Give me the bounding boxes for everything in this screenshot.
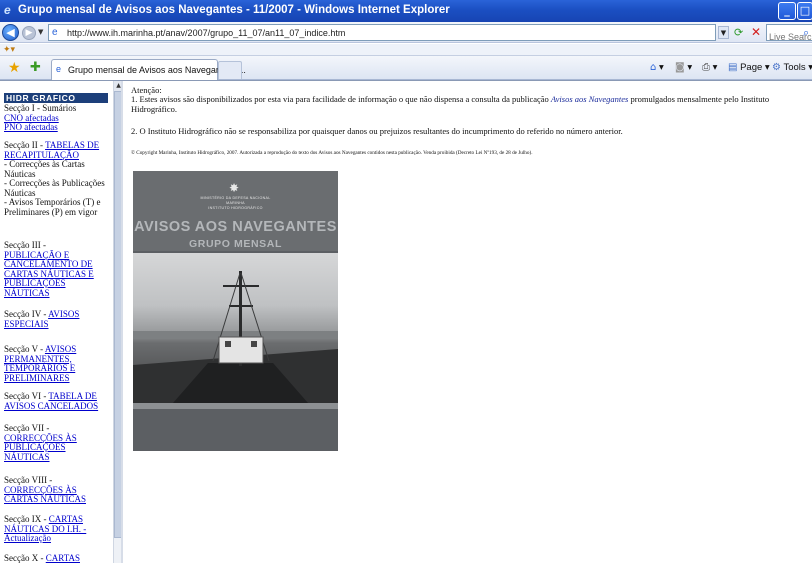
copyright-notice: © Copyright Marinha, Instituto Hidrográf… [131,150,533,156]
add-favorites-icon[interactable]: ✚ [30,60,41,76]
forward-button[interactable]: ▶ [22,26,36,40]
sidebar-logo: HIDR GRAFICO [4,93,108,103]
window-title-bar[interactable]: e Grupo mensal de Avisos aos Navegantes … [0,0,812,22]
cover-marinha: MARINHA [226,201,245,205]
cover-institute: INSTITUTO HIDROGRÁFICO [208,206,263,210]
ie-logo-icon: e [4,3,11,17]
section-extra: - Avisos Temporários (T) e Preliminares … [4,197,101,217]
feeds-button[interactable]: ◙ ▾ [675,62,692,73]
print-button[interactable]: ⎙ ▾ [702,62,717,73]
home-icon: ⌂ [650,62,657,73]
link-correccoes-cartas[interactable]: CORRECÇÕES ÀS CARTAS NÁUTICAS [4,485,112,505]
home-button[interactable]: ⌂ ▾ [650,62,664,73]
sidebar-section-1: Secção I - Sumários CNO afectadas PNO af… [4,103,112,133]
gear-icon: ⚙ [772,62,781,73]
publication-name: Avisos aos Navegantes [550,94,629,104]
cover-title: AVISOS AOS NAVEGANTES [134,219,337,235]
sidebar-section-6: Secção VI - TABELA DE AVISOS CANCELADOS [4,391,112,411]
address-dropdown-button[interactable]: ▼ [718,26,729,39]
ship-mast-illustration [133,271,338,403]
maximize-button[interactable]: □ [797,2,812,20]
links-menu-icon[interactable]: ✦▾ [3,44,15,56]
section-extra: - Correcções às Cartas Náuticas [4,159,85,179]
history-dropdown[interactable]: ▼ [38,28,43,36]
tab-active[interactable]: e Grupo mensal de Avisos aos Navegantes … [51,59,246,80]
section-prefix: Secção II - [4,140,46,150]
section-prefix: Secção X - [4,553,46,563]
link-cartas[interactable]: CARTAS [46,553,80,563]
cover-ship-photo [133,253,338,403]
sidebar-scrollbar[interactable]: ▲ [113,81,121,563]
sidebar-section-8: Secção VIII - CORRECÇÕES ÀS CARTAS NÁUTI… [4,475,112,505]
section-prefix: Secção V - [4,344,45,354]
cover-band [133,403,338,409]
sidebar-section-10: Secção X - CARTAS [4,553,112,563]
favorites-star-icon[interactable]: ★ [8,60,21,76]
tools-menu-button[interactable]: ⚙ Tools ▾ [772,62,812,73]
link-pno-afectadas[interactable]: PNO afectadas [4,122,112,133]
sidebar-frame: HIDR GRAFICO Secção I - Sumários CNO afe… [0,81,123,563]
forward-arrow-icon: ▶ [25,28,33,38]
cover-subtitle: GRUPO MENSAL [189,238,282,250]
link-publicacao-cancelamento[interactable]: PUBLICAÇÃO E CANCELAMENTO DE CARTAS NÁUT… [4,250,112,299]
address-field[interactable]: e http://www.ih.marinha.pt/anav/2007/gru… [48,24,716,41]
publication-cover-image: ✸ MINISTÉRIO DA DEFESA NACIONAL MARINHA … [133,171,338,451]
page-menu-label: Page [740,62,763,73]
page-icon: e [52,27,58,38]
main-frame: Atenção: 1. Estes avisos são disponibili… [125,81,812,563]
section-extra: - Correcções às Publicações Náuticas [4,178,105,198]
sidebar-section-3: Secção III - PUBLICAÇÃO E CANCELAMENTO D… [4,240,112,299]
sidebar-section-2: Secção II - TABELAS DE RECAPITULAÇÃO - C… [4,140,112,217]
page-icon: ▤ [728,62,738,73]
address-url[interactable]: http://www.ih.marinha.pt/anav/2007/grupo… [67,28,345,38]
section-prefix: Secção VI - [4,391,49,401]
sidebar-section-4: Secção IV - AVISOS ESPECIAIS [4,309,112,329]
sidebar-section-9: Secção IX - CARTAS NÁUTICAS DO I.H. - Ac… [4,514,112,544]
page-content: HIDR GRAFICO Secção I - Sumários CNO afe… [0,80,812,563]
section-prefix: Secção IX - [4,514,49,524]
notice-paragraph-2: 2. O Instituto Hidrográfico não se respo… [131,126,623,136]
tab-page-icon: e [56,64,62,74]
search-icon[interactable]: ⌕ [803,26,809,40]
tab-bar: ★ ✚ e Grupo mensal de Avisos aos Navegan… [0,56,812,80]
sidebar-section-5: Secção V - AVISOS PERMANENTES, TEMPORÁRI… [4,344,112,383]
back-arrow-icon: ◀ [6,26,15,39]
minimize-button[interactable]: _ [778,2,796,20]
scrollbar-thumb[interactable] [114,91,121,538]
section-prefix: Secção IV - [4,309,49,319]
new-tab-button[interactable] [218,61,242,79]
tools-menu-label: Tools [783,62,806,73]
para1-text: 1. Estes avisos são disponibilizados por… [131,94,551,104]
window-title: Grupo mensal de Avisos aos Navegantes - … [18,4,450,16]
back-button[interactable]: ◀ [2,24,19,41]
notice-paragraph-1: 1. Estes avisos são disponibilizados por… [131,94,801,114]
page-menu-button[interactable]: ▤ Page ▾ [728,62,770,73]
link-correccoes-publicacoes[interactable]: CORRECÇÕES ÀS PUBLICAÇÕES NÁUTICAS [4,433,112,463]
print-icon: ⎙ [702,62,710,73]
coat-of-arms-icon: ✸ [229,181,240,195]
refresh-icon[interactable]: ⟳ [734,26,743,39]
address-toolbar: ◀ ▶ ▼ e http://www.ih.marinha.pt/anav/20… [0,22,812,45]
links-toolbar: ✦▾ [0,44,812,56]
scroll-up-arrow-icon[interactable]: ▲ [114,81,121,91]
sidebar-section-7: Secção VII - CORRECÇÕES ÀS PUBLICAÇÕES N… [4,423,112,463]
feeds-icon: ◙ [675,62,685,73]
stop-icon[interactable]: ✕ [751,25,761,39]
cover-ministry: MINISTÉRIO DA DEFESA NACIONAL [200,196,271,200]
